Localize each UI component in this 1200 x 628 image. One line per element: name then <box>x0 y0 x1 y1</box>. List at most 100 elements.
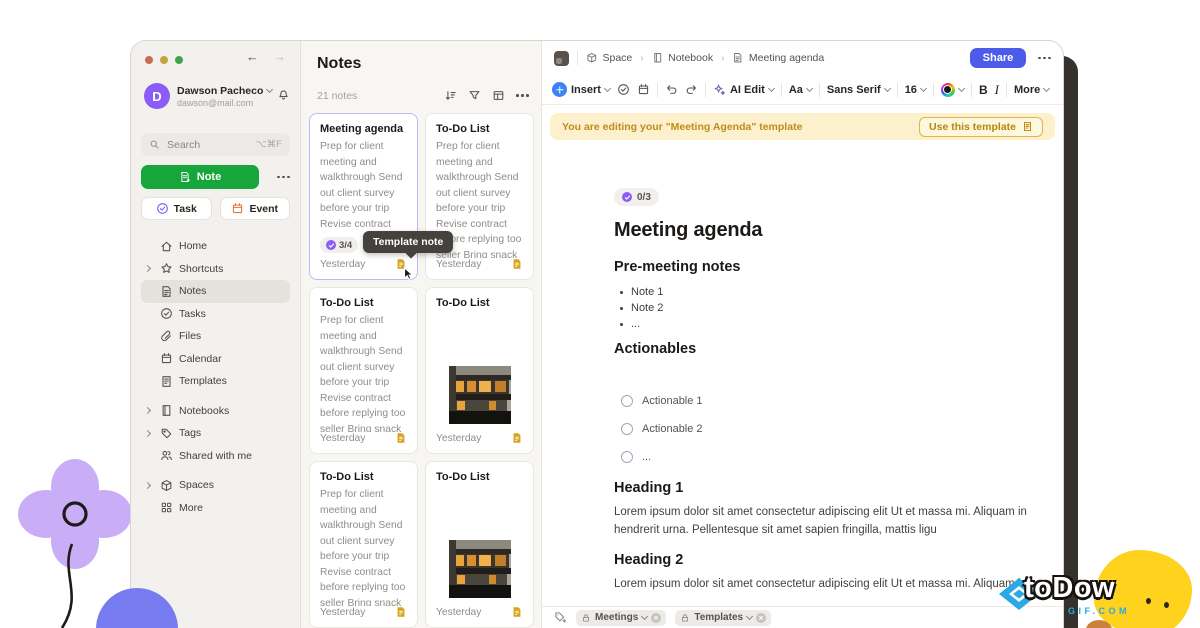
share-button[interactable]: Share <box>970 48 1027 68</box>
note-card-title: To-Do List <box>436 471 523 483</box>
text-style-button[interactable]: Aa <box>789 84 812 96</box>
chevron-down-icon <box>958 85 965 92</box>
sort-button[interactable] <box>444 89 457 102</box>
minimize-window-button[interactable] <box>160 56 168 64</box>
undo-icon[interactable] <box>665 83 678 96</box>
note-card-todo[interactable]: To-Do List Prep for client meeting and w… <box>309 287 418 454</box>
checkbox-icon[interactable] <box>621 423 633 435</box>
todo-item[interactable]: Actionable 1 <box>621 394 1034 408</box>
sidebar-item-spaces[interactable]: Spaces <box>141 474 290 497</box>
paperclip-icon <box>160 330 173 343</box>
font-size-select[interactable]: 16 <box>905 84 926 96</box>
section-heading[interactable]: Actionables <box>614 341 1034 357</box>
chevron-down-icon <box>746 613 753 620</box>
sidebar-item-templates[interactable]: Templates <box>141 370 290 393</box>
todo-item[interactable]: ... <box>621 450 1034 464</box>
breadcrumb-notebook[interactable]: Notebook <box>652 52 713 64</box>
tag-chip-templates[interactable]: Templates <box>675 610 771 626</box>
new-event-button[interactable]: Event <box>220 197 291 220</box>
bullet-item[interactable]: Note 2 <box>614 300 1034 316</box>
new-note-button[interactable]: Note <box>141 165 259 189</box>
search-input[interactable] <box>165 138 235 152</box>
toggle-sidebar-icon[interactable] <box>554 51 569 66</box>
task-check-icon <box>156 202 169 215</box>
list-more-button[interactable] <box>516 94 529 97</box>
view-options-button[interactable] <box>492 89 505 102</box>
expand-icon[interactable] <box>144 482 151 489</box>
add-tag-icon[interactable] <box>554 611 567 624</box>
note-card-todo[interactable]: To-Do List Prep for client meeting and w… <box>425 113 534 280</box>
note-card-todo-image[interactable]: To-Do List <box>425 461 534 628</box>
note-card-meeting-agenda[interactable]: Meeting agenda Prep for client meeting a… <box>309 113 418 280</box>
sidebar-item-tasks[interactable]: Tasks <box>141 303 290 326</box>
users-icon <box>160 449 173 462</box>
redo-icon[interactable] <box>685 83 698 96</box>
expand-icon[interactable] <box>144 407 151 414</box>
sidebar-item-more[interactable]: More <box>141 497 290 520</box>
remove-tag-button[interactable] <box>651 613 661 623</box>
todo-item[interactable]: Actionable 2 <box>621 422 1034 436</box>
star-icon <box>160 262 173 275</box>
checkbox-icon[interactable] <box>621 451 633 463</box>
user-email: dawson@mail.com <box>177 98 272 108</box>
notes-grid: Meeting agenda Prep for client meeting a… <box>309 113 534 628</box>
sidebar-more-button[interactable] <box>277 176 290 179</box>
font-select[interactable]: Sans Serif <box>827 84 890 96</box>
editor-panel: Space › Notebook › Meeting agenda Share <box>541 41 1063 628</box>
sidebar-item-notebooks[interactable]: Notebooks <box>141 400 290 423</box>
breadcrumb-separator: › <box>721 53 724 64</box>
document-title[interactable]: Meeting agenda <box>614 219 1034 242</box>
section-heading[interactable]: Pre-meeting notes <box>614 259 1034 275</box>
checkbox-icon[interactable] <box>621 395 633 407</box>
search-field[interactable]: ⌥⌘F <box>141 133 290 156</box>
note-card-todo[interactable]: To-Do List Prep for client meeting and w… <box>309 461 418 628</box>
sidebar-item-calendar[interactable]: Calendar <box>141 348 290 371</box>
template-badge-icon <box>511 258 523 270</box>
remove-tag-button[interactable] <box>756 613 766 623</box>
section-heading[interactable]: Heading 1 <box>614 480 1034 496</box>
toolbar-more-button[interactable]: More <box>1014 84 1049 96</box>
new-task-button[interactable]: Task <box>141 197 212 220</box>
expand-icon[interactable] <box>144 430 151 437</box>
insert-button[interactable]: Insert <box>552 82 610 97</box>
forward-button[interactable]: → <box>273 49 286 64</box>
bold-button[interactable]: B <box>979 83 988 97</box>
sidebar-item-shared[interactable]: Shared with me <box>141 445 290 468</box>
paragraph[interactable]: Lorem ipsum dolor sit amet consectetur a… <box>614 503 1034 539</box>
breadcrumb-note[interactable]: Meeting agenda <box>732 52 824 64</box>
bullet-item[interactable]: Note 1 <box>614 284 1034 300</box>
close-window-button[interactable] <box>145 56 153 64</box>
tag-chip-meetings[interactable]: Meetings <box>576 610 666 626</box>
sidebar-item-notes[interactable]: Notes <box>141 280 290 303</box>
text-color-button[interactable] <box>941 83 964 97</box>
back-button[interactable]: ← <box>246 49 259 64</box>
filter-button[interactable] <box>468 89 481 102</box>
zoom-window-button[interactable] <box>175 56 183 64</box>
sidebar-item-home[interactable]: Home <box>141 235 290 258</box>
breadcrumb-space[interactable]: Space <box>586 52 632 64</box>
note-card-title: To-Do List <box>320 471 407 483</box>
lock-icon <box>581 613 591 623</box>
account-switcher[interactable]: D Dawson Pacheco dawson@mail.com <box>144 83 290 109</box>
bell-icon[interactable] <box>277 88 290 101</box>
bullet-item[interactable]: ... <box>614 316 1034 332</box>
insert-task-icon[interactable] <box>617 83 630 96</box>
house-photo-thumbnail <box>449 540 511 598</box>
sidebar-item-shortcuts[interactable]: Shortcuts <box>141 258 290 281</box>
sidebar-item-tags[interactable]: Tags <box>141 422 290 445</box>
italic-button[interactable]: I <box>995 82 999 98</box>
sidebar-item-files[interactable]: Files <box>141 325 290 348</box>
editor-more-button[interactable] <box>1038 57 1051 60</box>
avatar: D <box>144 83 170 109</box>
document-body[interactable]: 0/3 Meeting agenda Pre-meeting notes Not… <box>542 148 1063 606</box>
note-plus-icon <box>179 171 191 183</box>
insert-date-icon[interactable] <box>637 83 650 96</box>
ai-edit-button[interactable]: AI Edit <box>713 83 774 96</box>
chevron-down-icon <box>604 85 611 92</box>
note-card-todo-image[interactable]: To-Do List <box>425 287 534 454</box>
use-template-button[interactable]: Use this template <box>919 117 1043 137</box>
section-heading[interactable]: Heading 2 <box>614 552 1034 568</box>
expand-icon[interactable] <box>144 265 151 272</box>
sparkle-icon <box>713 83 726 96</box>
paragraph[interactable]: Lorem ipsum dolor sit amet consectetur a… <box>614 575 1034 593</box>
